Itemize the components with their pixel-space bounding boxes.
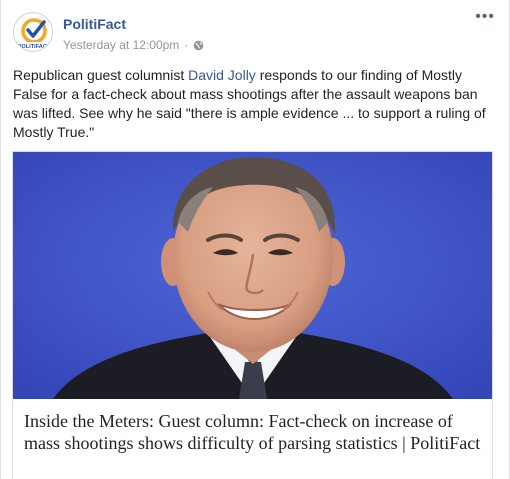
page-avatar[interactable]: POLITIFACT xyxy=(13,12,53,52)
post-text-start: Republican guest columnist xyxy=(13,67,189,83)
attachment-caption[interactable]: Inside the Meters: Guest column: Fact-ch… xyxy=(13,399,492,479)
facebook-post: POLITIFACT PolitiFact Yesterday at 12:00… xyxy=(0,0,510,479)
portrait-image xyxy=(13,152,492,399)
post-meta: Yesterday at 12:00pm · xyxy=(63,38,204,52)
profile-link-david-jolly[interactable]: David Jolly xyxy=(188,67,256,83)
article-photo[interactable] xyxy=(13,152,492,399)
meta-separator: · xyxy=(184,38,189,52)
article-headline[interactable]: Inside the Meters: Guest column: Fact-ch… xyxy=(24,410,484,454)
globe-icon[interactable] xyxy=(193,40,204,51)
logo-text: POLITIFACT xyxy=(18,44,51,50)
page-name-link[interactable]: PolitiFact xyxy=(63,16,126,32)
post-message: Republican guest columnist David Jolly r… xyxy=(13,66,499,142)
more-options-button[interactable]: ••• xyxy=(475,9,495,25)
post-timestamp[interactable]: Yesterday at 12:00pm xyxy=(63,38,179,52)
post-header: POLITIFACT PolitiFact Yesterday at 12:00… xyxy=(1,0,510,62)
link-attachment[interactable]: Inside the Meters: Guest column: Fact-ch… xyxy=(12,151,493,479)
politifact-logo-icon: POLITIFACT xyxy=(16,18,52,50)
